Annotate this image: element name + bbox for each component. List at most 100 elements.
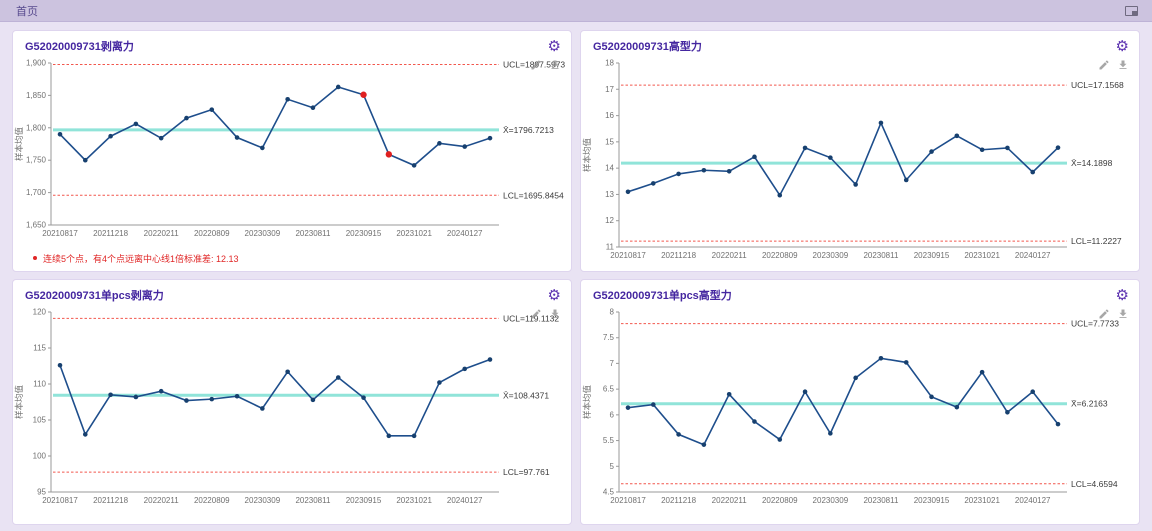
svg-text:20230915: 20230915 xyxy=(346,229,382,238)
svg-text:20240127: 20240127 xyxy=(1015,496,1051,505)
chart-toolbar xyxy=(1098,58,1129,76)
svg-text:1,750: 1,750 xyxy=(26,156,47,165)
svg-text:20230309: 20230309 xyxy=(245,229,281,238)
tab-home[interactable]: 首页 xyxy=(12,3,42,19)
svg-text:5: 5 xyxy=(610,462,615,471)
chart-svg: 9510010511011512020210817202112182022021… xyxy=(13,304,571,516)
svg-text:20210817: 20210817 xyxy=(42,496,78,505)
chart-svg: 1112131415161718202108172021121820220211… xyxy=(581,55,1139,271)
svg-text:LCL=1695.8454: LCL=1695.8454 xyxy=(503,190,564,200)
svg-text:6.5: 6.5 xyxy=(603,385,615,394)
svg-text:X̄=6.2163: X̄=6.2163 xyxy=(1071,399,1108,409)
edit-icon[interactable] xyxy=(530,58,542,76)
panel-header: G52020009731高型力 ⚙ xyxy=(581,31,1139,55)
download-icon[interactable] xyxy=(1117,307,1129,325)
settings-gear-icon[interactable]: ⚙ xyxy=(548,39,561,54)
download-icon[interactable] xyxy=(549,58,561,76)
settings-gear-icon[interactable]: ⚙ xyxy=(1116,39,1129,54)
spc-chart-peel-force[interactable]: 1,6501,7001,7501,8001,8501,9002021081720… xyxy=(13,55,571,249)
chart-toolbar xyxy=(1098,307,1129,325)
svg-text:20230915: 20230915 xyxy=(914,251,950,260)
svg-text:1,800: 1,800 xyxy=(26,123,47,132)
svg-text:18: 18 xyxy=(605,59,614,68)
svg-text:20220809: 20220809 xyxy=(194,496,230,505)
chart-toolbar xyxy=(530,307,561,325)
svg-text:20231021: 20231021 xyxy=(964,496,1000,505)
svg-text:105: 105 xyxy=(33,416,47,425)
svg-text:X̄=14.1898: X̄=14.1898 xyxy=(1071,158,1113,168)
svg-text:20230309: 20230309 xyxy=(245,496,281,505)
svg-text:8: 8 xyxy=(610,308,615,317)
spc-chart-forming-force[interactable]: 1112131415161718202108172021121820220211… xyxy=(581,55,1139,271)
chart-svg: 4.555.566.577.58202108172021121820220211… xyxy=(581,304,1139,516)
svg-text:20211218: 20211218 xyxy=(93,229,129,238)
svg-text:LCL=97.761: LCL=97.761 xyxy=(503,467,550,477)
svg-text:20220809: 20220809 xyxy=(762,496,798,505)
panel-pcs-peel-force: G52020009731单pcs剥离力 ⚙ 951001051101151202… xyxy=(12,279,572,525)
resize-icon[interactable] xyxy=(1125,6,1138,16)
svg-text:110: 110 xyxy=(33,380,46,389)
svg-text:20220809: 20220809 xyxy=(194,229,230,238)
panel-title: G52020009731单pcs高型力 xyxy=(593,287,732,303)
svg-text:17: 17 xyxy=(605,85,614,94)
svg-text:20230309: 20230309 xyxy=(813,496,849,505)
settings-gear-icon[interactable]: ⚙ xyxy=(548,288,561,303)
svg-text:20220809: 20220809 xyxy=(762,251,798,260)
warning-text: 连续5个点，有4个点远离中心线1倍标准差: 12.13 xyxy=(43,252,239,265)
settings-gear-icon[interactable]: ⚙ xyxy=(1116,288,1129,303)
svg-text:样本均值: 样本均值 xyxy=(14,385,24,420)
panel-title: G52020009731高型力 xyxy=(593,38,702,54)
svg-text:样本均值: 样本均值 xyxy=(14,127,24,162)
svg-text:UCL=17.1568: UCL=17.1568 xyxy=(1071,80,1124,90)
svg-text:20240127: 20240127 xyxy=(447,496,483,505)
svg-text:20220211: 20220211 xyxy=(144,229,180,238)
svg-text:13: 13 xyxy=(605,190,614,199)
svg-text:20230309: 20230309 xyxy=(813,251,849,260)
svg-text:20230811: 20230811 xyxy=(295,496,331,505)
svg-text:20220211: 20220211 xyxy=(712,251,748,260)
warning-bullet-icon xyxy=(33,256,37,260)
chart-svg: 1,6501,7001,7501,8001,8501,9002021081720… xyxy=(13,55,571,249)
svg-text:15: 15 xyxy=(605,137,614,146)
svg-text:20211218: 20211218 xyxy=(661,251,697,260)
svg-text:20210817: 20210817 xyxy=(610,251,646,260)
svg-text:14: 14 xyxy=(605,164,614,173)
chart-toolbar xyxy=(530,58,561,76)
svg-text:X̄=1796.7213: X̄=1796.7213 xyxy=(503,125,554,135)
svg-text:5.5: 5.5 xyxy=(603,436,615,445)
svg-text:20220211: 20220211 xyxy=(144,496,180,505)
panel-peel-force: G52020009731剥离力 ⚙ 1,6501,7001,7501,8001,… xyxy=(12,30,572,272)
svg-text:20240127: 20240127 xyxy=(447,229,483,238)
svg-text:样本均值: 样本均值 xyxy=(582,138,592,173)
panel-header: G52020009731单pcs高型力 ⚙ xyxy=(581,280,1139,304)
svg-text:115: 115 xyxy=(33,344,46,353)
svg-text:20230811: 20230811 xyxy=(295,229,331,238)
edit-icon[interactable] xyxy=(1098,58,1110,76)
svg-text:20230811: 20230811 xyxy=(863,251,899,260)
svg-text:20231021: 20231021 xyxy=(396,229,432,238)
svg-text:20231021: 20231021 xyxy=(396,496,432,505)
spc-chart-pcs-peel-force[interactable]: 9510010511011512020210817202112182022021… xyxy=(13,304,571,516)
svg-text:1,850: 1,850 xyxy=(26,91,47,100)
download-icon[interactable] xyxy=(1117,58,1129,76)
svg-text:20230915: 20230915 xyxy=(914,496,950,505)
svg-text:样本均值: 样本均值 xyxy=(582,385,592,420)
panel-forming-force: G52020009731高型力 ⚙ 1112131415161718202108… xyxy=(580,30,1140,272)
panel-header: G52020009731单pcs剥离力 ⚙ xyxy=(13,280,571,304)
svg-text:LCL=4.6594: LCL=4.6594 xyxy=(1071,479,1118,489)
svg-text:20211218: 20211218 xyxy=(93,496,129,505)
download-icon[interactable] xyxy=(549,307,561,325)
svg-text:1,700: 1,700 xyxy=(26,188,47,197)
spc-chart-pcs-forming-force[interactable]: 4.555.566.577.58202108172021121820220211… xyxy=(581,304,1139,516)
svg-text:120: 120 xyxy=(33,308,47,317)
svg-text:20240127: 20240127 xyxy=(1015,251,1051,260)
panel-title: G52020009731单pcs剥离力 xyxy=(25,287,164,303)
tab-bar: 首页 xyxy=(0,0,1152,22)
dashboard-grid: G52020009731剥离力 ⚙ 1,6501,7001,7501,8001,… xyxy=(0,22,1152,531)
svg-text:12: 12 xyxy=(605,216,614,225)
panel-header: G52020009731剥离力 ⚙ xyxy=(13,31,571,55)
edit-icon[interactable] xyxy=(530,307,542,325)
edit-icon[interactable] xyxy=(1098,307,1110,325)
svg-text:LCL=11.2227: LCL=11.2227 xyxy=(1071,236,1122,246)
svg-text:7: 7 xyxy=(610,359,615,368)
